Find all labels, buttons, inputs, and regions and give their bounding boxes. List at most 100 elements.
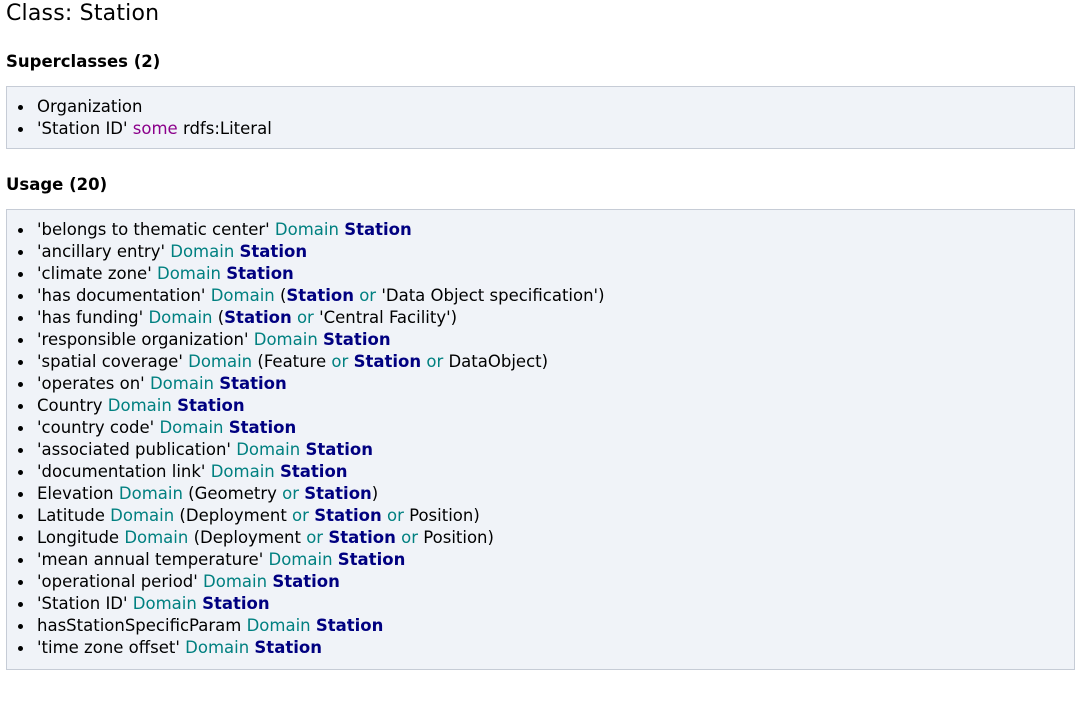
bullet-icon — [18, 360, 23, 365]
usage-item: 'associated publication' Domain Station — [16, 439, 1074, 461]
usage-item: Country Domain Station — [16, 395, 1074, 417]
class-link[interactable]: Station — [219, 374, 287, 393]
bullet-icon — [18, 492, 23, 497]
keyword-text: Domain — [170, 242, 235, 261]
keyword-text: or — [282, 484, 300, 503]
item-text: 'has documentation' — [37, 286, 211, 305]
keyword-text: Domain — [268, 550, 333, 569]
item-text: Organization — [37, 97, 143, 116]
class-link[interactable]: Station — [226, 264, 294, 283]
item-text: 'time zone offset' — [37, 638, 186, 657]
superclass-item: Organization — [16, 96, 1074, 118]
item-text: 'has funding' — [37, 308, 149, 327]
class-link[interactable]: Station — [354, 352, 422, 371]
keyword-text: or — [359, 286, 377, 305]
class-link[interactable]: Station — [286, 286, 354, 305]
usage-item: hasStationSpecificParam Domain Station — [16, 615, 1074, 637]
bullet-icon — [18, 624, 23, 629]
class-link[interactable]: Station — [202, 594, 270, 613]
item-text: DataObject) — [443, 352, 549, 371]
keyword-text: or — [401, 528, 419, 547]
item-text: ) — [371, 484, 379, 503]
bullet-icon — [18, 426, 23, 431]
class-link[interactable]: Station — [177, 396, 245, 415]
bullet-icon — [18, 250, 23, 255]
class-link[interactable]: Station — [229, 418, 297, 437]
keyword-text: or — [426, 352, 444, 371]
usage-item: 'operates on' Domain Station — [16, 373, 1074, 395]
item-text: (Geometry — [182, 484, 283, 503]
superclasses-list: Organization 'Station ID' some rdfs:Liter… — [7, 96, 1074, 140]
usage-item: 'ancillary entry' Domain Station — [16, 241, 1074, 263]
item-text: 'climate zone' — [37, 264, 157, 283]
keyword-text: Domain — [156, 264, 222, 283]
item-text: 'country code' — [37, 418, 160, 437]
bullet-icon — [18, 558, 23, 563]
keyword-text: Domain — [185, 638, 250, 657]
class-link[interactable]: Station — [305, 440, 373, 459]
item-text: Position) — [418, 528, 494, 547]
item-text: 'operational period' — [37, 572, 204, 591]
keyword-text: Domain — [110, 506, 175, 525]
keyword-text: or — [331, 352, 349, 371]
keyword-text: Domain — [132, 594, 197, 613]
usage-item: 'Station ID' Domain Station — [16, 593, 1074, 615]
bullet-icon — [18, 228, 23, 233]
item-text: (Deployment — [174, 506, 293, 525]
keyword-text: Domain — [124, 528, 189, 547]
item-text: 'Central Facility') — [313, 308, 458, 327]
item-text: Position) — [403, 506, 480, 525]
keyword-text: Domain — [246, 616, 311, 635]
keyword-text: Domain — [107, 396, 172, 415]
item-text: 'spatial coverage' — [37, 352, 189, 371]
page-title: Class: Station — [6, 1, 160, 26]
usage-item: 'operational period' Domain Station — [16, 571, 1074, 593]
usage-item: Longitude Domain (Deployment or Station … — [16, 527, 1074, 549]
bullet-icon — [18, 580, 23, 585]
bullet-icon — [18, 316, 23, 321]
class-link[interactable]: Station — [316, 616, 384, 635]
page: Class: Station Superclasses (2) Organiza… — [0, 0, 1087, 670]
class-link[interactable]: Station — [338, 550, 406, 569]
keyword-text: Domain — [203, 572, 268, 591]
item-text: ( — [212, 308, 225, 327]
superclasses-heading: Superclasses (2) — [6, 52, 161, 71]
usage-heading: Usage (20) — [6, 175, 108, 194]
item-text: 'responsible organization' — [37, 330, 254, 349]
keyword-text: Domain — [274, 220, 339, 239]
bullet-icon — [18, 536, 23, 541]
class-link[interactable]: Station — [280, 462, 348, 481]
class-link[interactable]: Station — [323, 330, 391, 349]
keyword-text: Domain — [210, 286, 275, 305]
usage-item: 'mean annual temperature' Domain Station — [16, 549, 1074, 571]
bullet-icon — [18, 382, 23, 387]
usage-item: Latitude Domain (Deployment or Station o… — [16, 505, 1074, 527]
class-link[interactable]: Station — [272, 572, 340, 591]
item-text: 'documentation link' — [37, 462, 211, 481]
class-link[interactable]: Station — [344, 220, 412, 239]
keyword-text: or — [292, 506, 309, 525]
usage-item: 'documentation link' Domain Station — [16, 461, 1074, 483]
some-keyword: some — [132, 119, 178, 138]
usage-item: 'belongs to thematic center' Domain Stat… — [16, 219, 1074, 241]
class-link[interactable]: Station — [240, 242, 308, 261]
keyword-text: Domain — [118, 484, 183, 503]
bullet-icon — [18, 127, 23, 132]
class-link[interactable]: Station — [328, 528, 396, 547]
item-text: hasStationSpecificParam — [37, 616, 247, 635]
bullet-icon — [18, 514, 23, 519]
item-text: 'Station ID' — [37, 594, 133, 613]
item-text: ( — [274, 286, 287, 305]
item-text: 'operates on' — [37, 374, 150, 393]
item-text: 'Data Object specification') — [376, 286, 605, 305]
item-text: rdfs:Literal — [177, 119, 272, 138]
class-link[interactable]: Station — [224, 308, 292, 327]
class-link[interactable]: Station — [314, 506, 382, 525]
class-link[interactable]: Station — [304, 484, 372, 503]
usage-item: 'has funding' Domain (Station or 'Centra… — [16, 307, 1074, 329]
class-link[interactable]: Station — [254, 638, 322, 657]
item-text: 'Station ID' — [37, 119, 133, 138]
usage-item: 'has documentation' Domain (Station or '… — [16, 285, 1074, 307]
item-text: Country — [37, 396, 108, 415]
item-text: Longitude — [37, 528, 125, 547]
